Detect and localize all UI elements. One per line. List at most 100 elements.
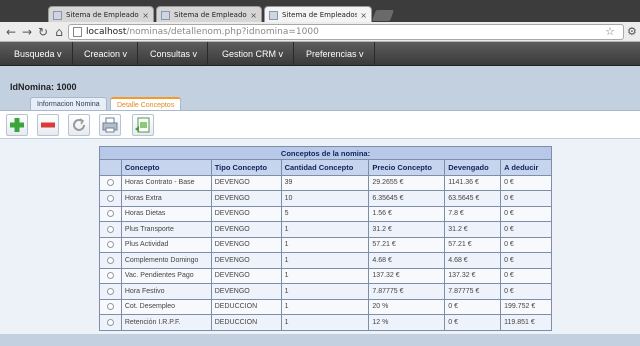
menu-creacion[interactable]: Creacion v: [74, 42, 139, 66]
row-radio-button[interactable]: [106, 287, 114, 295]
table-row[interactable]: Hora Festivo DEVENGO 1 7.87775 €7.87775 €0 …: [99, 283, 552, 300]
tab-detalle-conceptos[interactable]: Detalle Conceptos: [110, 97, 182, 110]
table-cell: DEVENGO: [210, 236, 282, 253]
table-cell: Plus Transporte: [120, 221, 212, 238]
table-cell: 4.68 €: [368, 252, 446, 269]
row-radio-button[interactable]: [106, 256, 114, 264]
row-radio-button[interactable]: [106, 318, 114, 326]
refresh-button[interactable]: [68, 114, 90, 136]
column-header: Precio Concepto: [368, 159, 446, 176]
table-cell: 1: [280, 267, 370, 284]
browser-tab-label: Sitema de Empleados y Nó: [174, 11, 248, 19]
table-cell: 0 €: [444, 298, 502, 315]
row-select-cell: [99, 298, 122, 315]
print-button[interactable]: [99, 114, 121, 136]
table-row[interactable]: Vac. Pendientes Pago DEVENGO 1 137.32 €137.…: [99, 267, 552, 284]
row-radio-button[interactable]: [106, 179, 114, 187]
browser-tab[interactable]: Sitema de Empleados y Nó ×: [48, 6, 154, 23]
table-cell: 7.8 €: [444, 205, 502, 222]
browser-tab-active[interactable]: Sitema de Empleados y Nó ×: [264, 6, 372, 23]
table-cell: 0 €: [500, 252, 552, 269]
table-cell: 20 %: [368, 298, 446, 315]
table-row[interactable]: Complemento Domingo DEVENGO 1 4.68 €4.68 €0…: [99, 252, 552, 269]
row-radio-button[interactable]: [106, 272, 114, 280]
table-row[interactable]: Horas Dietas DEVENGO 5 1.56 €7.8 €0 €: [99, 205, 552, 222]
conceptos-table: Conceptos de la nomina: Concepto Tipo Co…: [99, 146, 552, 331]
table-cell: 199.752 €: [500, 298, 552, 315]
table-cell: 119.851 €: [500, 314, 552, 331]
table-row[interactable]: Plus Transporte DEVENGO 1 31.2 €31.2 €0 €: [99, 221, 552, 238]
row-select-cell: [99, 174, 122, 191]
row-select-cell: [99, 221, 122, 238]
row-radio-button[interactable]: [106, 194, 114, 202]
table-cell: DEDUCCION: [210, 298, 282, 315]
table-cell: 31.2 €: [444, 221, 502, 238]
table-cell: 1141.36 €: [444, 174, 502, 191]
row-select-cell: [99, 190, 122, 207]
table-cell: Hora Festivo: [120, 283, 212, 300]
table-cell: 0 €: [500, 236, 552, 253]
forward-icon[interactable]: →: [20, 25, 34, 39]
menu-consultas[interactable]: Consultas v: [140, 42, 209, 66]
table-cell: 6.35645 €: [368, 190, 446, 207]
new-tab-button[interactable]: [371, 10, 395, 21]
add-button[interactable]: [6, 114, 28, 136]
column-header: A deducir: [500, 159, 552, 176]
tab-informacion-nomina[interactable]: Informacion Nomina: [30, 97, 107, 110]
table-cell: Complemento Domingo: [120, 252, 212, 269]
table-cell: 31.2 €: [368, 221, 446, 238]
close-icon[interactable]: ×: [250, 11, 257, 20]
table-cell: 0 €: [500, 174, 552, 191]
table-cell: DEDUCCION: [210, 314, 282, 331]
table-row[interactable]: Cot. Desempleo DEDUCCION 1 20 % 0 €199.752 €: [99, 298, 552, 315]
table-cell: 63.5645 €: [444, 190, 502, 207]
table-cell: 0 €: [500, 190, 552, 207]
table-cell: 1: [280, 236, 370, 253]
table-cell: 5: [280, 205, 370, 222]
bookmark-star-icon[interactable]: ☆: [605, 25, 615, 38]
row-select-cell: [99, 252, 122, 269]
menu-busqueda[interactable]: Busqueda v: [4, 42, 73, 66]
menu-preferencias[interactable]: Preferencias v: [296, 42, 375, 66]
row-radio-button[interactable]: [106, 241, 114, 249]
table-caption: Conceptos de la nomina:: [99, 146, 552, 160]
address-bar[interactable]: localhost/nominas/detallenom.php?idnomin…: [68, 24, 624, 40]
row-radio-button[interactable]: [106, 303, 114, 311]
reload-icon[interactable]: ↻: [36, 25, 50, 39]
table-cell: 1: [280, 298, 370, 315]
column-header: Cantidad Concepto: [280, 159, 370, 176]
table-header-row: Concepto Tipo Concepto Cantidad Concepto…: [99, 159, 552, 176]
wrench-icon[interactable]: ⚙: [627, 25, 637, 38]
page-footer-area: [0, 334, 640, 346]
close-icon[interactable]: ×: [142, 11, 149, 20]
table-cell: 137.32 €: [368, 267, 446, 284]
back-icon[interactable]: ←: [4, 25, 18, 39]
export-icon: [135, 117, 150, 133]
table-row[interactable]: Retención I.R.P.F. DEDUCCION 1 12 % 0 €119.8…: [99, 314, 552, 331]
table-cell: 0 €: [444, 314, 502, 331]
home-icon[interactable]: ⌂: [52, 25, 66, 39]
row-radio-button[interactable]: [106, 210, 114, 218]
table-cell: 39: [280, 174, 370, 191]
browser-tab[interactable]: Sitema de Empleados y Nó ×: [156, 6, 262, 23]
table-cell: DEVENGO: [210, 205, 282, 222]
table-cell: Vac. Pendientes Pago: [120, 267, 212, 284]
table-cell: 1.56 €: [368, 205, 446, 222]
table-cell: 0 €: [500, 267, 552, 284]
menu-gestion-crm[interactable]: Gestion CRM v: [212, 42, 295, 66]
table-cell: 1: [280, 252, 370, 269]
close-icon[interactable]: ×: [360, 11, 367, 20]
table-row[interactable]: Horas Extra DEVENGO 10 6.35645 €63.5645 €0 …: [99, 190, 552, 207]
table-row[interactable]: Plus Actividad DEVENGO 1 57.21 €57.21 €0 €: [99, 236, 552, 253]
column-header: Devengado: [444, 159, 502, 176]
table-cell: Plus Actividad: [120, 236, 212, 253]
row-select-cell: [99, 236, 122, 253]
table-row[interactable]: Horas Contrato - Base DEVENGO 39 29.2655 €1…: [99, 174, 552, 191]
remove-button[interactable]: [37, 114, 59, 136]
table-cell: 0 €: [500, 283, 552, 300]
table-cell: 7.87775 €: [368, 283, 446, 300]
row-radio-button[interactable]: [106, 225, 114, 233]
row-select-cell: [99, 314, 122, 331]
export-button[interactable]: [132, 114, 154, 136]
table-cell: 137.32 €: [444, 267, 502, 284]
